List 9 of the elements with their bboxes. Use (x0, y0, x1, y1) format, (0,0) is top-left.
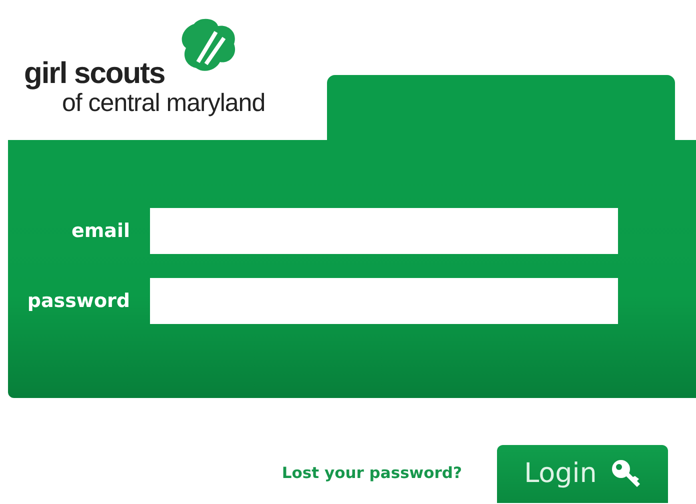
field-label: password (26, 288, 131, 314)
login-button[interactable]: Login (497, 445, 668, 503)
logo-text: girl scouts (24, 60, 165, 88)
key-icon (610, 459, 641, 489)
input-field[interactable] (150, 278, 618, 324)
lost-password-link[interactable]: Lost your password? (282, 462, 462, 486)
field-label: email (70, 218, 131, 244)
input-field[interactable] (150, 208, 618, 254)
logo-subtitle: of central maryland (62, 90, 266, 116)
